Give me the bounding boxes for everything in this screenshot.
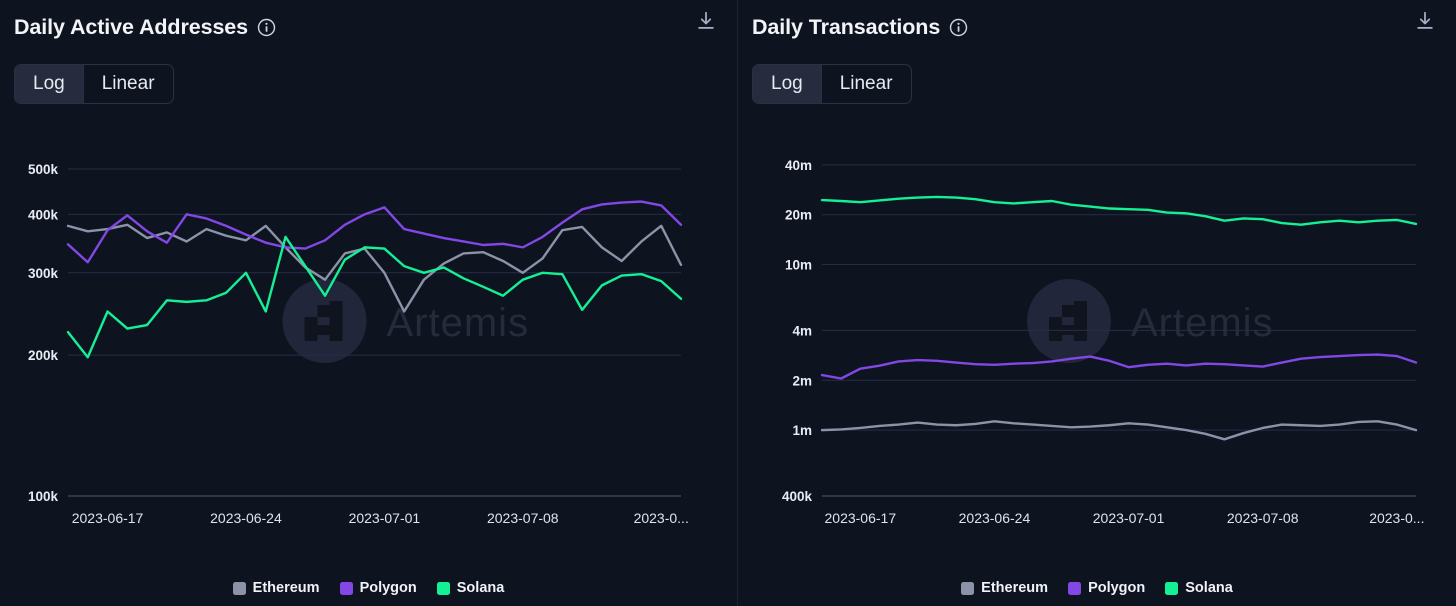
legend-label-polygon: Polygon — [359, 580, 417, 596]
page-title-left: Daily Active Addresses — [14, 14, 249, 39]
legend-label-solana: Solana — [456, 580, 505, 596]
svg-text:400k: 400k — [28, 207, 59, 222]
svg-text:2023-07-08: 2023-07-08 — [487, 510, 559, 526]
svg-text:2023-06-24: 2023-06-24 — [210, 510, 282, 526]
legend-right: Ethereum Polygon Solana — [738, 580, 1456, 596]
panel-header-left: Daily Active Addresses Log Linear — [0, 0, 737, 104]
panel-daily-transactions: Daily Transactions Log Linear Artemis 40… — [737, 0, 1456, 606]
dashboard-root: Daily Active Addresses Log Linear Artemi… — [0, 0, 1456, 606]
legend-swatch-ethereum — [232, 581, 246, 595]
svg-text:500k: 500k — [28, 162, 59, 177]
svg-text:20m: 20m — [785, 208, 812, 223]
svg-text:2m: 2m — [792, 373, 812, 388]
svg-text:400k: 400k — [782, 489, 813, 504]
legend-swatch-solana — [1165, 581, 1179, 595]
svg-text:200k: 200k — [28, 348, 59, 363]
svg-text:1m: 1m — [792, 423, 812, 438]
panel-daily-active-addresses: Daily Active Addresses Log Linear Artemi… — [0, 0, 737, 606]
scale-toggle-log-right[interactable]: Log — [753, 65, 821, 103]
legend-item-ethereum-right[interactable]: Ethereum — [961, 580, 1048, 596]
title-row-right: Daily Transactions — [752, 10, 1440, 44]
svg-text:2023-0...: 2023-0... — [634, 510, 689, 526]
svg-text:2023-07-01: 2023-07-01 — [349, 510, 421, 526]
panel-header-right: Daily Transactions Log Linear — [738, 0, 1456, 104]
download-icon-right[interactable] — [1412, 8, 1438, 34]
svg-text:100k: 100k — [28, 489, 59, 504]
info-circle-icon[interactable] — [257, 18, 276, 37]
svg-text:2023-07-08: 2023-07-08 — [1227, 510, 1299, 526]
legend-label-polygon: Polygon — [1088, 580, 1146, 596]
svg-text:Artemis: Artemis — [1131, 301, 1274, 345]
page-title-right: Daily Transactions — [752, 14, 941, 39]
legend-item-solana-left[interactable]: Solana — [436, 580, 505, 596]
svg-text:2023-0...: 2023-0... — [1369, 510, 1424, 526]
title-row-left: Daily Active Addresses — [14, 10, 721, 44]
legend-label-ethereum: Ethereum — [252, 580, 320, 596]
legend-item-polygon-right[interactable]: Polygon — [1068, 580, 1145, 596]
svg-text:300k: 300k — [28, 266, 59, 281]
legend-swatch-polygon — [339, 581, 353, 595]
scale-toggle-linear-right[interactable]: Linear — [822, 65, 911, 103]
chart-daily-active-addresses: Artemis 500k 400k 300k 200k 100k 2023-06-17 202… — [0, 128, 737, 568]
legend-label-solana: Solana — [1185, 580, 1233, 596]
scale-toggle-log-left[interactable]: Log — [15, 65, 83, 103]
legend-item-polygon-left[interactable]: Polygon — [339, 580, 417, 596]
legend-swatch-solana — [436, 581, 450, 595]
legend-item-ethereum-left[interactable]: Ethereum — [232, 580, 320, 596]
legend-swatch-polygon — [1068, 581, 1082, 595]
scale-toggle-linear-left[interactable]: Linear — [84, 65, 173, 103]
svg-text:40m: 40m — [785, 158, 812, 173]
legend-label-ethereum: Ethereum — [981, 580, 1049, 596]
scale-toggle-right[interactable]: Log Linear — [752, 64, 912, 104]
svg-text:2023-06-17: 2023-06-17 — [72, 510, 144, 526]
legend-item-solana-right[interactable]: Solana — [1165, 580, 1233, 596]
svg-text:4m: 4m — [792, 323, 812, 338]
legend-swatch-ethereum — [961, 581, 975, 595]
svg-text:2023-07-01: 2023-07-01 — [1093, 510, 1165, 526]
svg-text:2023-06-24: 2023-06-24 — [959, 510, 1031, 526]
legend-left: Ethereum Polygon Solana — [0, 580, 737, 596]
download-icon-left[interactable] — [693, 8, 719, 34]
svg-text:10m: 10m — [785, 258, 812, 273]
scale-toggle-left[interactable]: Log Linear — [14, 64, 174, 104]
info-circle-icon[interactable] — [949, 18, 968, 37]
chart-daily-transactions: Artemis 40m 20m 10m 4m 2m 1m 400k 2023-06-17 2023… — [738, 128, 1456, 568]
svg-text:2023-06-17: 2023-06-17 — [825, 510, 897, 526]
